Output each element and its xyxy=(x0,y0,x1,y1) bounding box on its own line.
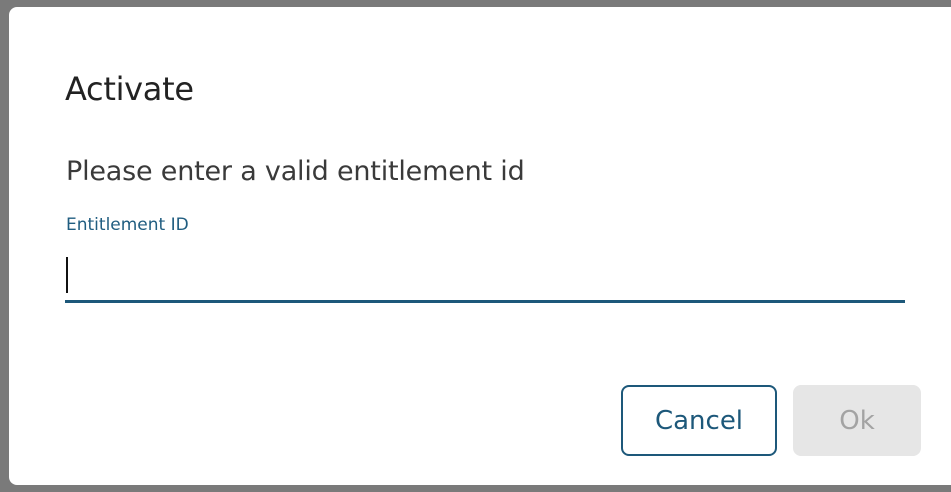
entitlement-id-input[interactable] xyxy=(65,247,905,300)
dialog-title: Activate xyxy=(65,70,194,108)
activate-dialog: Activate Please enter a valid entitlemen… xyxy=(9,7,951,485)
ok-button[interactable]: Ok xyxy=(793,385,921,456)
entitlement-id-field[interactable] xyxy=(65,247,905,303)
cancel-button[interactable]: Cancel xyxy=(621,385,777,456)
entitlement-id-label: Entitlement ID xyxy=(66,215,189,235)
dialog-message: Please enter a valid entitlement id xyxy=(66,156,525,187)
input-underline xyxy=(65,300,905,303)
text-caret xyxy=(66,257,68,293)
